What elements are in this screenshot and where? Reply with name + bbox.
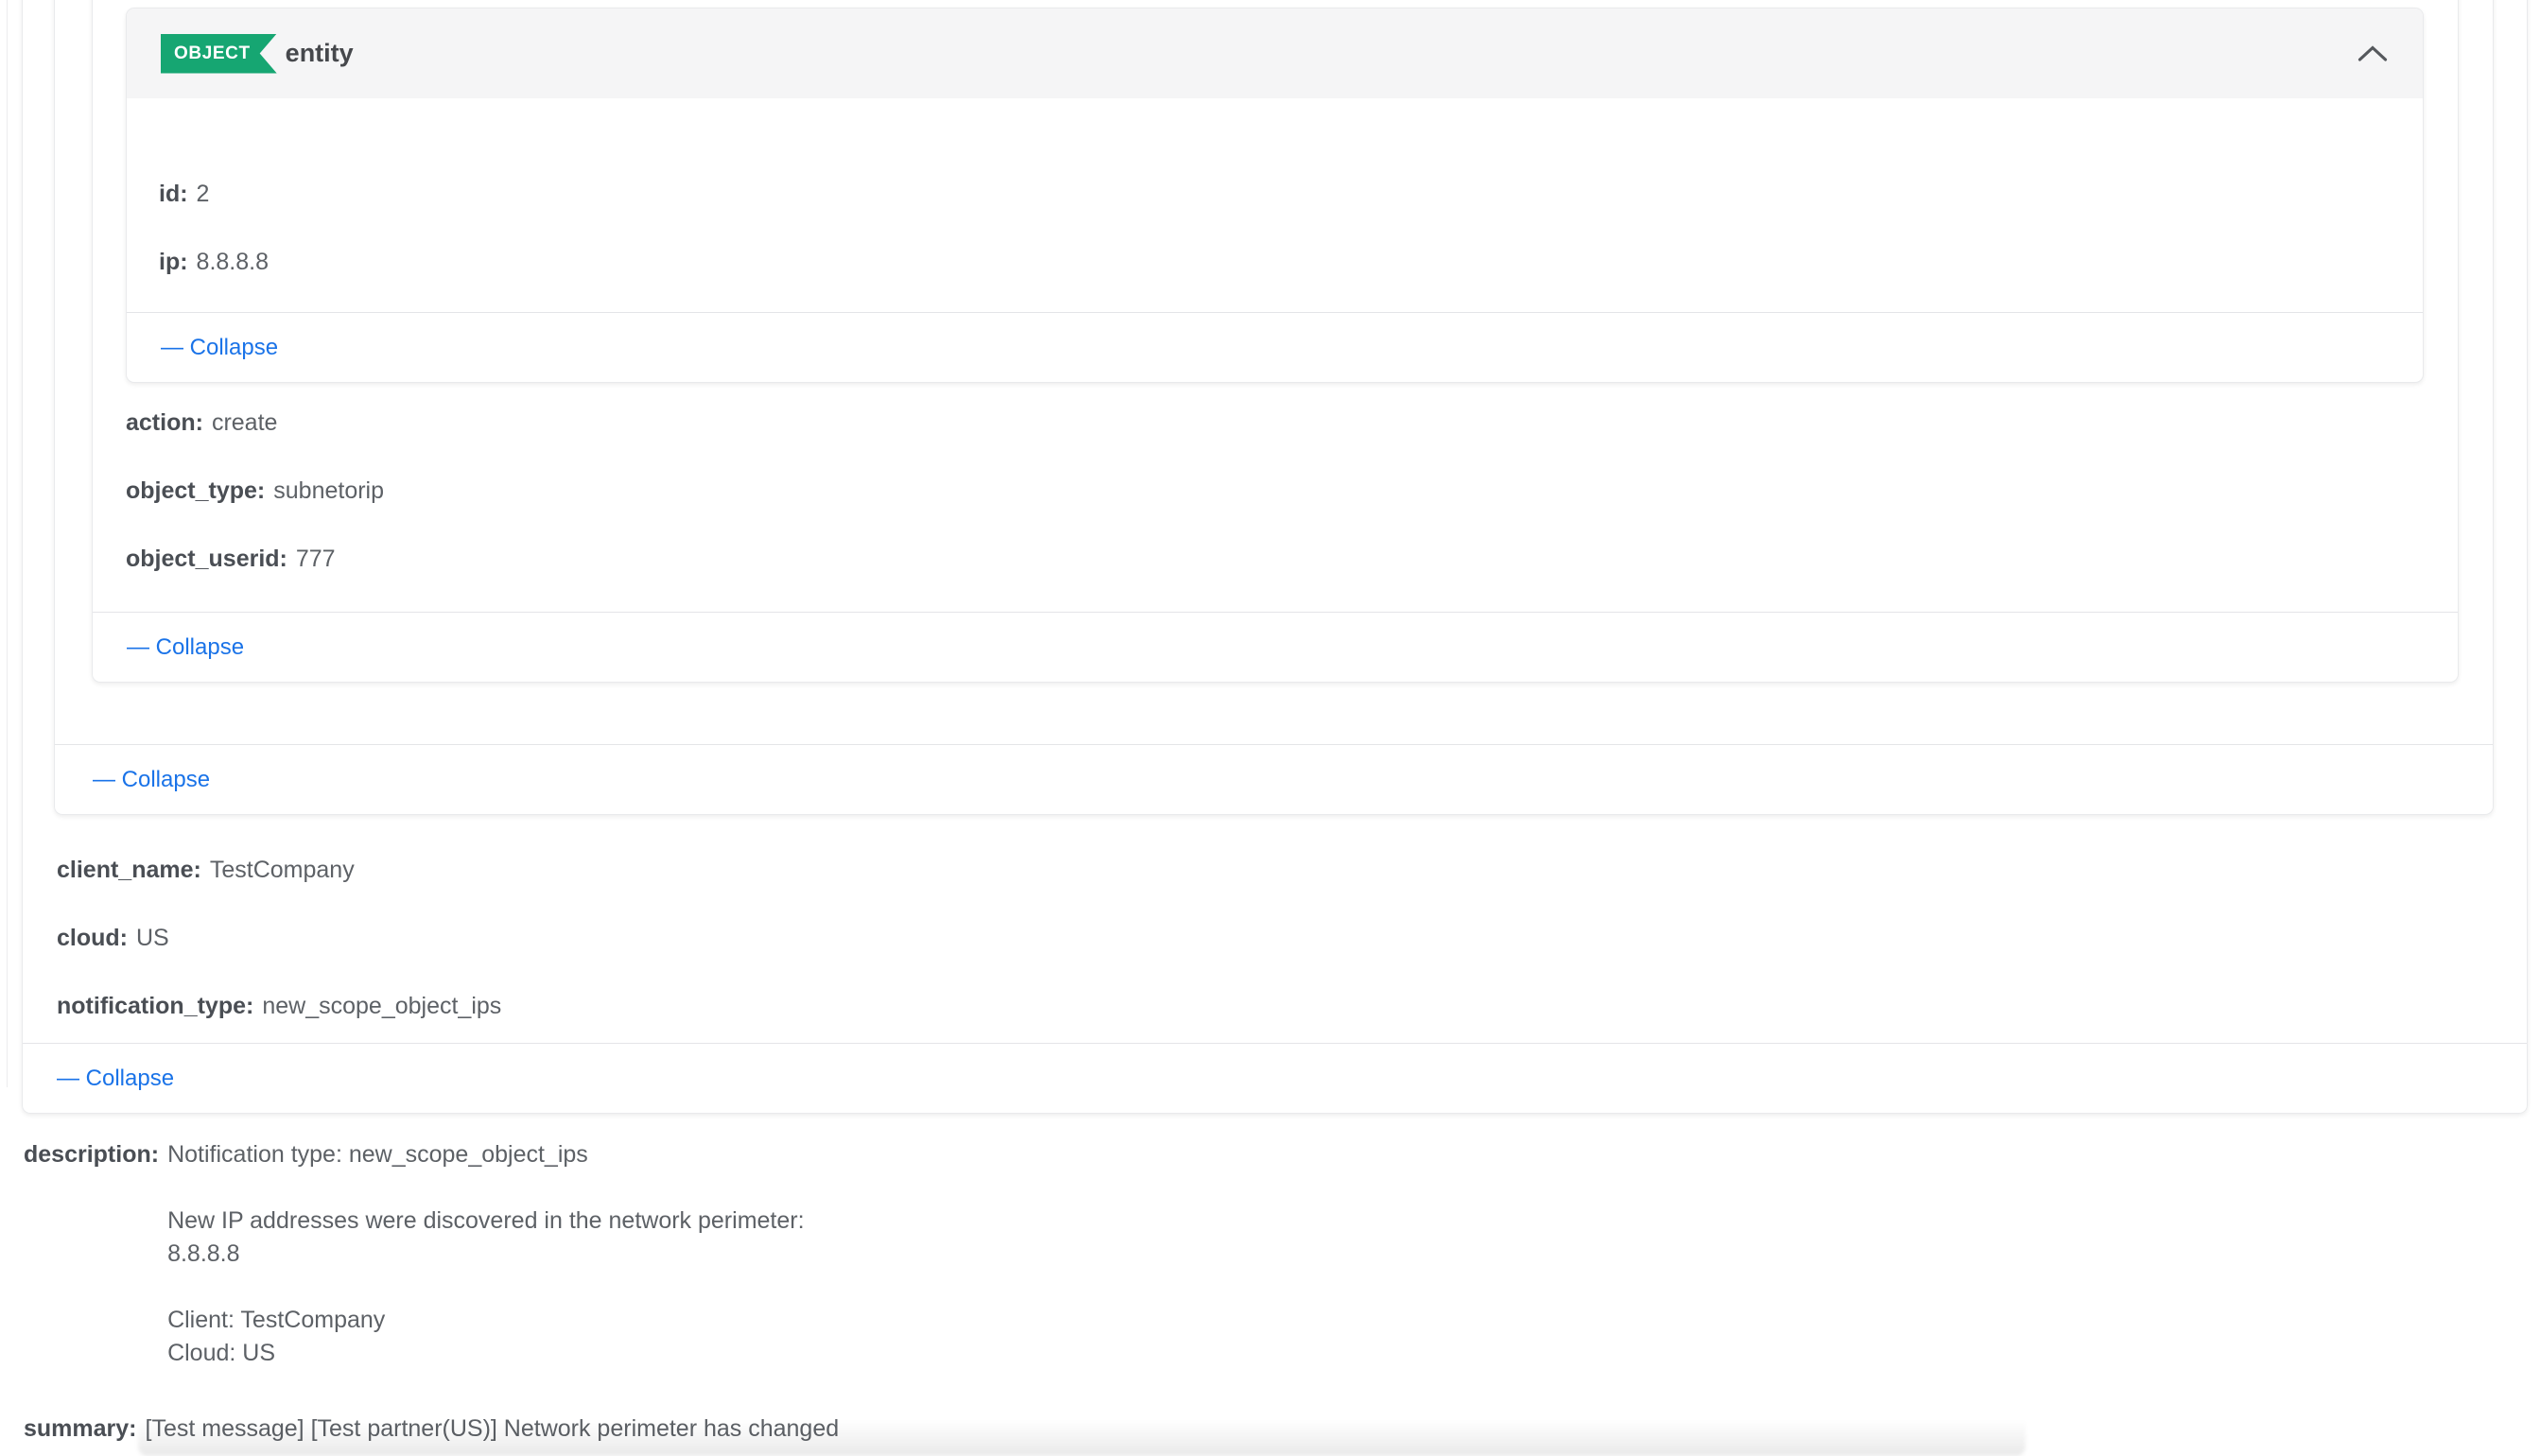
field-row-object-type: object_type: subnetorip [126,477,384,505]
field-label-action: action: [126,409,203,436]
entity-card-title: entity [286,39,354,68]
field-value-cloud: US [136,925,169,951]
field-row-action: action: create [126,408,277,437]
object-item-footer: — Collapse [93,612,2458,682]
field-value-description: Notification type: new_scope_object_ips … [167,1138,804,1370]
panel-bottom-shadow [138,1420,2026,1456]
field-value-ip: 8.8.8.8 [197,249,269,275]
field-row-id: id: 2 [159,180,209,208]
field-value-object-type: subnetorip [273,477,384,504]
entity-card-header[interactable]: OBJECT entity [127,9,2423,98]
field-value-id: 2 [197,181,210,207]
field-label-ip: ip: [159,249,188,275]
field-value-notification-type: new_scope_object_ips [262,993,501,1019]
field-label-object-type: object_type: [126,477,265,504]
outer-container-edge [7,0,8,1087]
collapse-link-notification[interactable]: — Collapse [23,1066,174,1092]
field-value-object-userid: 777 [296,546,336,572]
collapse-link-object-item[interactable]: — Collapse [93,634,244,661]
entity-object-card: OBJECT entity — Collapse [126,8,2424,383]
field-label-description: description: [24,1138,159,1171]
field-label-client-name: client_name: [57,857,201,883]
notification-detail-panel: — Collapse — Collapse — Collapse OBJECT … [0,0,2540,1456]
field-row-client-name: client_name: TestCompany [57,856,355,884]
field-row-ip: ip: 8.8.8.8 [159,248,269,276]
field-label-notification-type: notification_type: [57,993,253,1019]
collapse-link-objects-wrapper[interactable]: — Collapse [55,767,210,793]
notification-object-footer: — Collapse [23,1043,2527,1113]
entity-card-footer: — Collapse [127,312,2423,382]
field-row-description: description: Notification type: new_scop… [24,1138,805,1370]
field-label-id: id: [159,181,188,207]
field-value-action: create [212,409,277,436]
chevron-up-icon[interactable] [2357,43,2389,64]
field-label-cloud: cloud: [57,925,128,951]
object-type-ribbon: OBJECT [161,34,277,74]
field-row-cloud: cloud: US [57,924,169,952]
field-label-summary: summary: [24,1415,137,1442]
collapse-link-entity[interactable]: — Collapse [127,335,278,361]
field-row-object-userid: object_userid: 777 [126,545,336,573]
objects-wrapper-footer: — Collapse [55,744,2493,814]
field-row-notification-type: notification_type: new_scope_object_ips [57,992,501,1020]
object-ribbon-label: OBJECT [174,44,251,62]
field-value-client-name: TestCompany [210,857,355,883]
field-label-object-userid: object_userid: [126,546,287,572]
